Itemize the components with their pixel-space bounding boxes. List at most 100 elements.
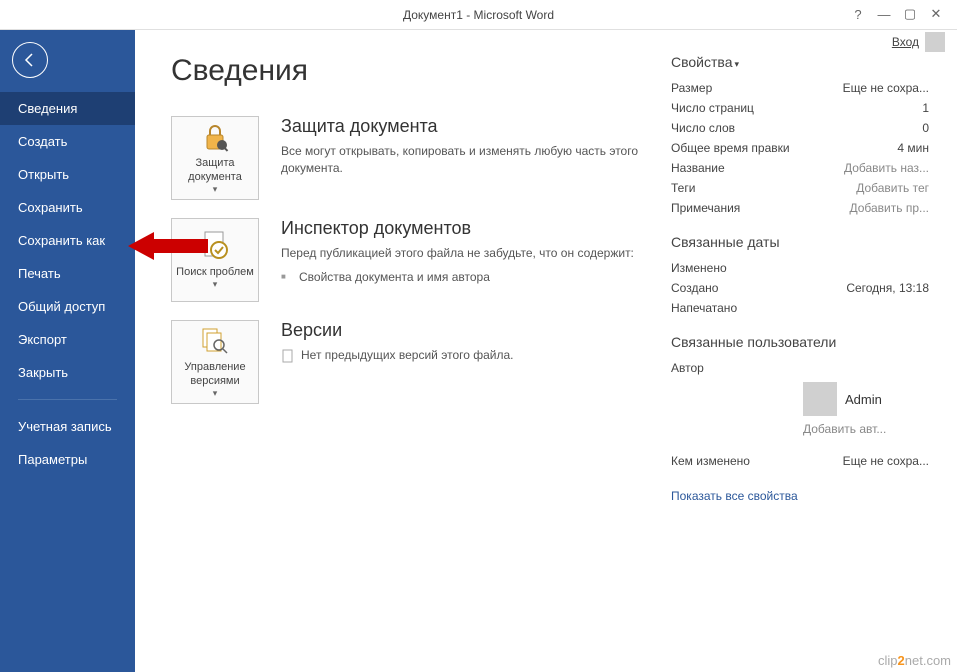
nav-item-save[interactable]: Сохранить: [0, 191, 135, 224]
nav-label: Закрыть: [18, 365, 68, 380]
prop-value: 4 мин: [897, 141, 929, 155]
button-label: Управление версиями: [176, 361, 254, 387]
prop-row-pages: Число страниц 1: [671, 98, 929, 118]
titlebar: Документ1 - Microsoft Word ? — ▢ ✕: [0, 0, 957, 30]
inspect-desc: Перед публикацией этого файла не забудьт…: [281, 245, 671, 262]
prop-label: Напечатано: [671, 301, 737, 315]
prop-value: Сегодня, 13:18: [846, 281, 929, 295]
button-label: Защита документа: [176, 157, 254, 183]
prop-label: Изменено: [671, 261, 727, 275]
nav-item-info[interactable]: Сведения: [0, 92, 135, 125]
versions-section: Управление версиями▾ Версии Нет предыдущ…: [171, 320, 671, 404]
properties-dropdown[interactable]: Свойства▾: [671, 54, 929, 70]
protect-desc: Все могут открывать, копировать и изменя…: [281, 143, 671, 177]
button-label: Поиск проблем: [176, 266, 254, 279]
help-button[interactable]: ?: [845, 4, 871, 24]
back-button[interactable]: [12, 42, 48, 78]
nav-item-close[interactable]: Закрыть: [0, 356, 135, 389]
prop-row-lastmod: Кем измененоЕще не сохра...: [671, 451, 929, 471]
inspect-bullet: Свойства документа и имя автора: [281, 270, 671, 284]
nav-item-account[interactable]: Учетная запись: [0, 410, 135, 443]
versions-title: Версии: [281, 320, 671, 341]
nav-label: Параметры: [18, 452, 87, 467]
signin-avatar-icon[interactable]: [925, 32, 945, 52]
chevron-down-icon: ▾: [213, 388, 218, 399]
show-all-properties-link[interactable]: Показать все свойства: [671, 489, 929, 503]
documents-icon: [199, 325, 231, 357]
prop-label: Кем изменено: [671, 454, 750, 468]
prop-label: Теги: [671, 181, 695, 195]
prop-label: Общее время правки: [671, 141, 790, 155]
related-dates-header: Связанные даты: [671, 234, 929, 250]
prop-row-words: Число слов 0: [671, 118, 929, 138]
close-button[interactable]: ✕: [923, 4, 949, 24]
page-title: Сведения: [171, 54, 671, 88]
nav-separator: [18, 399, 117, 400]
prop-row-size: Размер Еще не сохра...: [671, 78, 929, 98]
add-author-link[interactable]: Добавить авт...: [803, 422, 886, 436]
protect-section: Защита документа▾ Защита документа Все м…: [171, 116, 671, 200]
nav-item-options[interactable]: Параметры: [0, 443, 135, 476]
watermark-text: 2: [898, 653, 905, 668]
nav-item-new[interactable]: Создать: [0, 125, 135, 158]
nav-item-share[interactable]: Общий доступ: [0, 290, 135, 323]
prop-row-title: Название Добавить наз...: [671, 158, 929, 178]
chevron-down-icon: ▾: [213, 184, 218, 195]
author-user: Admin: [803, 382, 929, 416]
properties-label: Свойства: [671, 54, 732, 70]
prop-row-printed: Напечатано: [671, 298, 929, 318]
nav-label: Экспорт: [18, 332, 67, 347]
prop-label: Примечания: [671, 201, 740, 215]
prop-row-modified: Изменено: [671, 258, 929, 278]
prop-value: 0: [922, 121, 929, 135]
prop-label: Создано: [671, 281, 718, 295]
window-title: Документ1 - Microsoft Word: [0, 8, 957, 22]
minimize-button[interactable]: —: [871, 4, 897, 24]
signin-row: Вход: [892, 32, 945, 52]
author-name: Admin: [845, 392, 882, 407]
nav-item-export[interactable]: Экспорт: [0, 323, 135, 356]
prop-placeholder[interactable]: Добавить тег: [856, 181, 929, 195]
prop-value: 1: [922, 101, 929, 115]
watermark-text: clip: [878, 653, 898, 668]
prop-row-edittime: Общее время правки 4 мин: [671, 138, 929, 158]
nav-item-print[interactable]: Печать: [0, 257, 135, 290]
signin-link[interactable]: Вход: [892, 35, 919, 49]
manage-versions-button[interactable]: Управление версиями▾: [171, 320, 259, 404]
prop-row-author: Автор: [671, 358, 929, 378]
versions-desc-text: Нет предыдущих версий этого файла.: [301, 348, 514, 362]
prop-placeholder[interactable]: Добавить наз...: [844, 161, 929, 175]
prop-label: Число страниц: [671, 101, 754, 115]
prop-row-created: Создано Сегодня, 13:18: [671, 278, 929, 298]
arrow-left-icon: [22, 52, 38, 68]
backstage-sidebar: Сведения Создать Открыть Сохранить Сохра…: [0, 30, 135, 672]
chevron-down-icon: ▾: [213, 279, 218, 290]
lock-icon: [199, 121, 231, 153]
nav-item-open[interactable]: Открыть: [0, 158, 135, 191]
avatar-icon: [803, 382, 837, 416]
properties-panel: Свойства▾ Размер Еще не сохра... Число ст…: [671, 54, 929, 672]
watermark-text: .com: [923, 653, 951, 668]
restore-button[interactable]: ▢: [897, 4, 923, 24]
prop-label: Число слов: [671, 121, 735, 135]
prop-placeholder[interactable]: Добавить пр...: [849, 201, 929, 215]
inspect-section: Поиск проблем▾ Инспектор документов Пере…: [171, 218, 671, 302]
document-icon: [281, 349, 295, 363]
nav-label: Сохранить как: [18, 233, 105, 248]
nav-label: Открыть: [18, 167, 69, 182]
prop-row-comments: Примечания Добавить пр...: [671, 198, 929, 218]
protect-document-button[interactable]: Защита документа▾: [171, 116, 259, 200]
nav-label: Создать: [18, 134, 67, 149]
inspect-title: Инспектор документов: [281, 218, 671, 239]
chevron-down-icon: ▾: [734, 59, 739, 69]
versions-desc: Нет предыдущих версий этого файла.: [281, 347, 671, 364]
nav-label: Общий доступ: [18, 299, 105, 314]
prop-value: Еще не сохра...: [843, 81, 929, 95]
prop-row-tags: Теги Добавить тег: [671, 178, 929, 198]
prop-label: Размер: [671, 81, 712, 95]
nav-label: Учетная запись: [18, 419, 112, 434]
prop-label: Название: [671, 161, 725, 175]
protect-title: Защита документа: [281, 116, 671, 137]
watermark: clip2net.com: [878, 653, 951, 668]
nav-item-saveas[interactable]: Сохранить как: [0, 224, 135, 257]
